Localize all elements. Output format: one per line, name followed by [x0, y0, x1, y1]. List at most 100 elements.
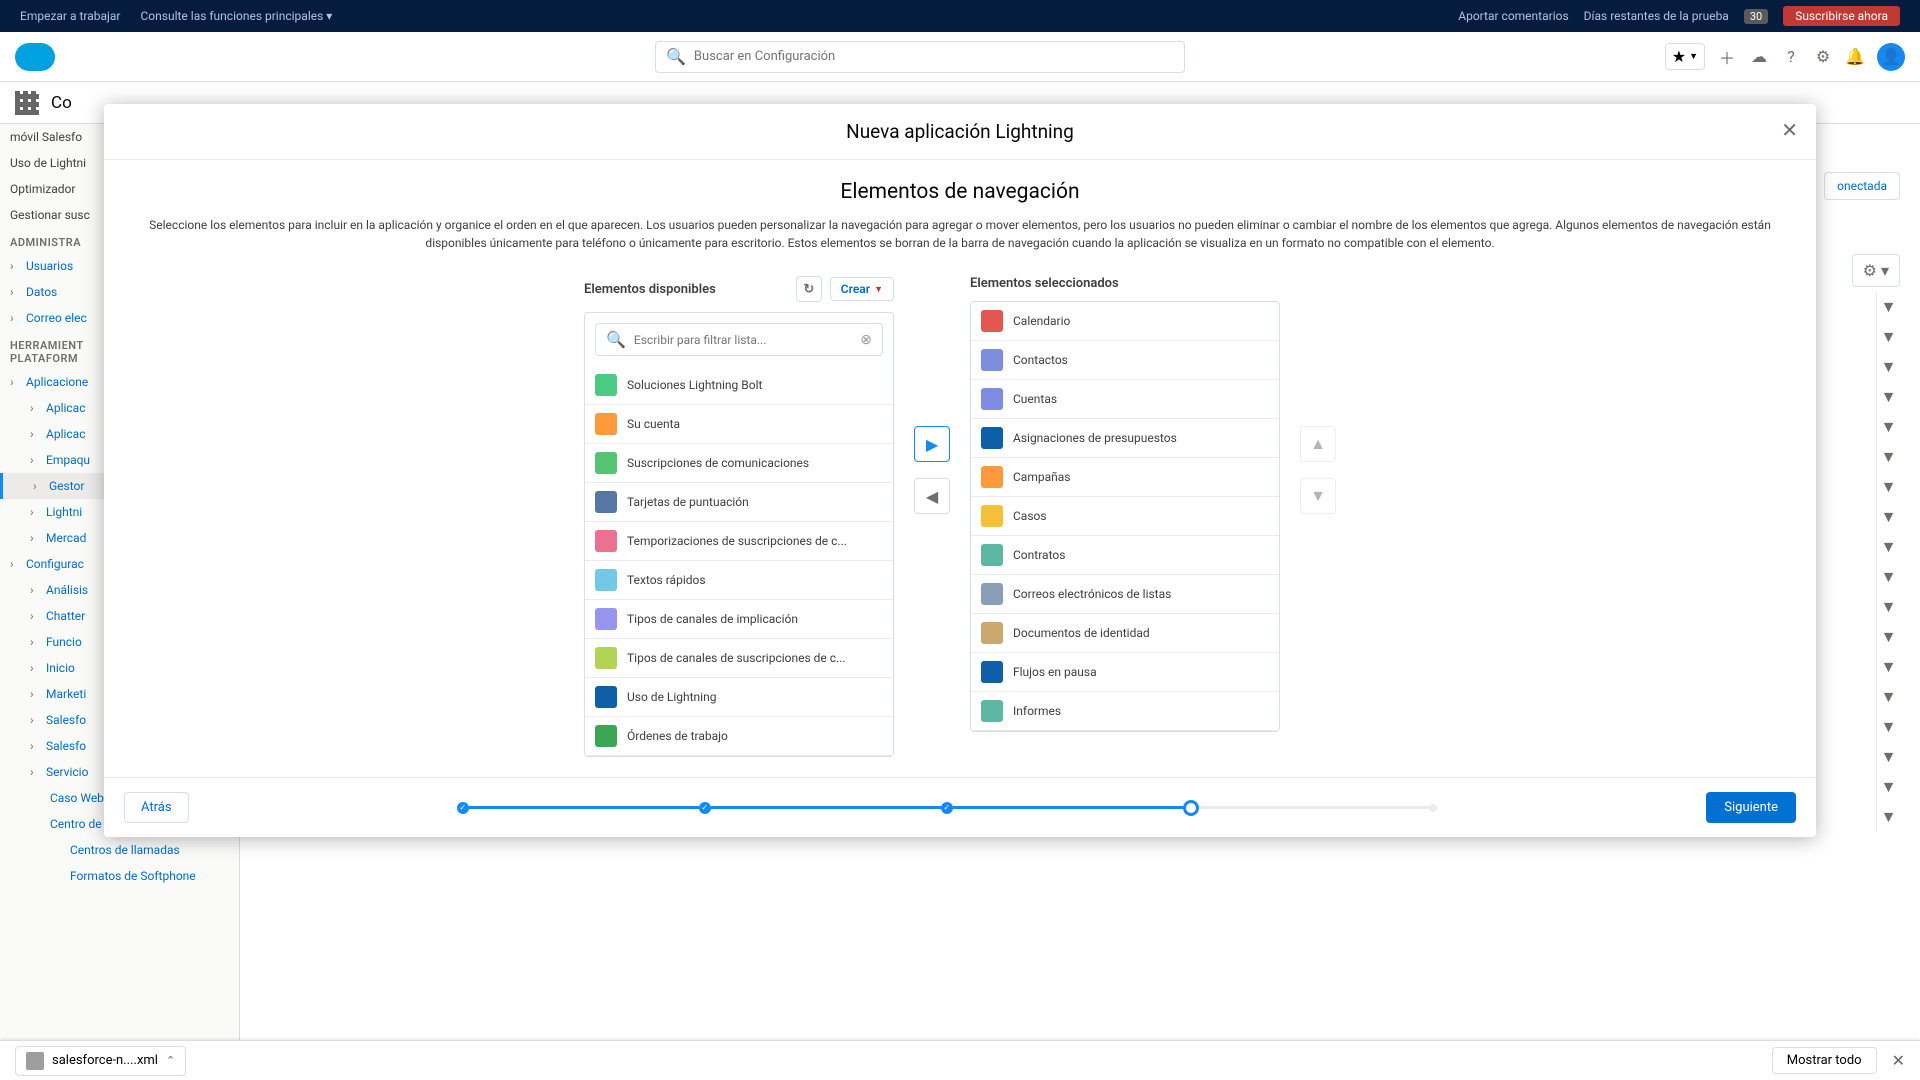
available-item[interactable]: Temporizaciones de suscripciones de c...: [585, 522, 893, 561]
item-icon: [981, 427, 1003, 449]
item-label: Flujos en pausa: [1013, 665, 1097, 679]
setup-gear-icon[interactable]: ⚙: [1813, 47, 1833, 67]
item-icon: [595, 530, 617, 552]
selected-item[interactable]: Flujos en pausa: [971, 653, 1279, 692]
row-action-menu[interactable]: ▼: [1876, 712, 1900, 742]
available-item[interactable]: Órdenes de trabajo: [585, 717, 893, 756]
connected-badge[interactable]: onectada: [1824, 172, 1900, 200]
row-action-menu[interactable]: ▼: [1876, 382, 1900, 412]
move-up-button[interactable]: ▲: [1300, 426, 1336, 462]
move-down-button[interactable]: ▼: [1300, 478, 1336, 514]
add-item-button[interactable]: ▶: [914, 426, 950, 462]
item-icon: [595, 452, 617, 474]
global-search[interactable]: 🔍: [655, 41, 1185, 73]
row-action-menu[interactable]: ▼: [1876, 322, 1900, 352]
available-item[interactable]: Su cuenta: [585, 405, 893, 444]
help-icon[interactable]: ?: [1781, 47, 1801, 67]
clear-filter-icon[interactable]: ⊗: [860, 332, 872, 348]
settings-gear-button[interactable]: ⚙ ▾: [1852, 254, 1900, 287]
selected-item[interactable]: Cuentas: [971, 380, 1279, 419]
selected-item[interactable]: Contactos: [971, 341, 1279, 380]
row-action-menu[interactable]: ▼: [1876, 532, 1900, 562]
item-icon: [595, 686, 617, 708]
row-action-menu[interactable]: ▼: [1876, 802, 1900, 832]
salesforce-logo[interactable]: [15, 43, 55, 71]
selected-item[interactable]: Calendario: [971, 302, 1279, 341]
item-label: Tarjetas de puntuación: [627, 495, 749, 509]
transfer-buttons: ▶ ◀: [914, 276, 950, 514]
row-action-menu[interactable]: ▼: [1876, 502, 1900, 532]
row-action-menu[interactable]: ▼: [1876, 352, 1900, 382]
available-item[interactable]: Textos rápidos: [585, 561, 893, 600]
selected-item[interactable]: Documentos de identidad: [971, 614, 1279, 653]
item-icon: [981, 388, 1003, 410]
selected-item[interactable]: Contratos: [971, 536, 1279, 575]
sidebar-item[interactable]: Formatos de Softphone: [0, 863, 239, 889]
trial-days-text: Días restantes de la prueba: [1584, 9, 1729, 23]
progress-step-2[interactable]: [699, 802, 711, 814]
row-action-menu[interactable]: ▼: [1876, 682, 1900, 712]
row-action-menu[interactable]: ▼: [1876, 412, 1900, 442]
available-item[interactable]: Tipos de canales de suscripciones de c..…: [585, 639, 893, 678]
item-icon: [595, 413, 617, 435]
search-input[interactable]: [694, 49, 1174, 64]
available-item[interactable]: Soluciones Lightning Bolt: [585, 366, 893, 405]
item-icon: [595, 725, 617, 747]
subscribe-button[interactable]: Suscribirse ahora: [1783, 6, 1900, 26]
row-action-menu[interactable]: ▼: [1876, 472, 1900, 502]
row-action-menu[interactable]: ▼: [1876, 622, 1900, 652]
modal-close-button[interactable]: ✕: [1781, 118, 1798, 142]
filter-input[interactable]: [634, 333, 852, 347]
progress-step-5[interactable]: [1429, 804, 1437, 812]
item-label: Documentos de identidad: [1013, 626, 1150, 640]
download-item[interactable]: salesforce-n....xml ⌃: [15, 1046, 186, 1076]
available-items-panel: Elementos disponibles ↻ Crear▼ 🔍 ⊗ Soluc…: [584, 276, 894, 757]
salesforce-help-icon[interactable]: ☁: [1749, 47, 1769, 67]
favorites-dropdown[interactable]: ★▼: [1665, 43, 1705, 70]
next-button[interactable]: Siguiente: [1706, 792, 1796, 823]
user-avatar[interactable]: 👤: [1877, 43, 1905, 71]
get-started-link[interactable]: Empezar a trabajar: [20, 9, 121, 23]
available-item[interactable]: Tarjetas de puntuación: [585, 483, 893, 522]
row-action-menu[interactable]: ▼: [1876, 562, 1900, 592]
sidebar-item[interactable]: Centros de llamadas: [0, 837, 239, 863]
item-icon: [595, 569, 617, 591]
item-icon: [595, 374, 617, 396]
app-launcher-icon[interactable]: [15, 91, 39, 115]
chevron-up-icon[interactable]: ⌃: [166, 1054, 175, 1067]
add-icon[interactable]: ＋: [1717, 47, 1737, 67]
progress-step-4[interactable]: [1183, 800, 1199, 816]
show-all-button[interactable]: Mostrar todo: [1772, 1047, 1877, 1074]
row-action-menu[interactable]: ▼: [1876, 592, 1900, 622]
create-button[interactable]: Crear▼: [830, 277, 894, 301]
item-icon: [981, 466, 1003, 488]
consult-functions-link[interactable]: Consulte las funciones principales ▾: [141, 9, 333, 23]
progress-step-1[interactable]: [457, 802, 469, 814]
refresh-button[interactable]: ↻: [796, 276, 822, 302]
selected-item[interactable]: Casos: [971, 497, 1279, 536]
selected-item[interactable]: Informes: [971, 692, 1279, 731]
selected-item[interactable]: Campañas: [971, 458, 1279, 497]
progress-step-3[interactable]: [941, 802, 953, 814]
selected-item[interactable]: Correos electrónicos de listas: [971, 575, 1279, 614]
download-filename: salesforce-n....xml: [52, 1053, 158, 1068]
available-item[interactable]: Uso de Lightning: [585, 678, 893, 717]
global-header: 🔍 ★▼ ＋ ☁ ? ⚙ 🔔 👤: [0, 32, 1920, 82]
row-action-menu[interactable]: ▼: [1876, 292, 1900, 322]
notification-bell-icon[interactable]: 🔔: [1845, 47, 1865, 67]
row-action-menu[interactable]: ▼: [1876, 652, 1900, 682]
item-icon: [981, 310, 1003, 332]
row-action-menu[interactable]: ▼: [1876, 442, 1900, 472]
feedback-link[interactable]: Aportar comentarios: [1458, 9, 1568, 23]
close-download-bar[interactable]: ✕: [1892, 1051, 1905, 1070]
row-action-menu[interactable]: ▼: [1876, 772, 1900, 802]
available-item[interactable]: Tipos de canales de implicación: [585, 600, 893, 639]
row-action-menu[interactable]: ▼: [1876, 742, 1900, 772]
available-item[interactable]: Suscripciones de comunicaciones: [585, 444, 893, 483]
selected-item[interactable]: Asignaciones de presupuestos: [971, 419, 1279, 458]
item-icon: [981, 349, 1003, 371]
item-label: Contratos: [1013, 548, 1065, 562]
filter-input-wrapper[interactable]: 🔍 ⊗: [595, 323, 883, 356]
back-button[interactable]: Atrás: [124, 792, 189, 823]
remove-item-button[interactable]: ◀: [914, 478, 950, 514]
